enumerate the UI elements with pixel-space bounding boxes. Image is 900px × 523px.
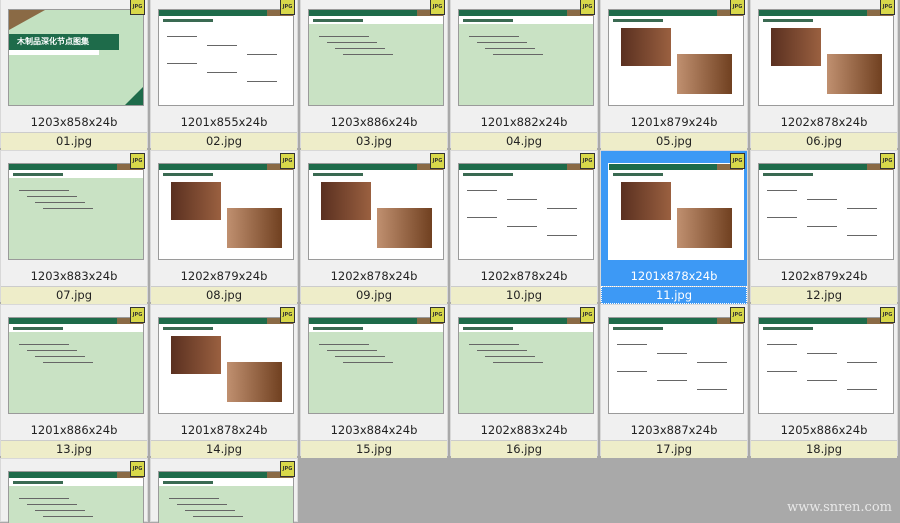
jpg-file-icon: JPG — [580, 153, 595, 169]
jpg-file-icon: JPG — [580, 307, 595, 323]
image-preview[interactable] — [758, 317, 894, 414]
image-dimensions: 1201x878x24b — [180, 423, 268, 437]
image-dimensions: 1201x882x24b — [480, 115, 568, 129]
file-name[interactable]: 06.jpg — [751, 132, 897, 150]
file-name[interactable]: 03.jpg — [301, 132, 447, 150]
jpg-file-icon: JPG — [280, 461, 295, 477]
image-dimensions: 1201x879x24b — [630, 115, 718, 129]
jpg-file-icon: JPG — [580, 0, 595, 15]
image-preview[interactable] — [608, 317, 744, 414]
image-dimensions: 1202x878x24b — [330, 269, 418, 283]
file-thumbnail-item[interactable]: JPG 1203x884x24b 15.jpg — [300, 304, 448, 458]
file-thumbnail-item[interactable]: JPG 1205x886x24b 18.jpg — [750, 304, 898, 458]
file-name[interactable]: 04.jpg — [451, 132, 597, 150]
file-name[interactable]: 13.jpg — [1, 440, 147, 458]
jpg-file-icon: JPG — [130, 153, 145, 169]
file-thumbnail-item[interactable]: JPG 1201x879x24b 05.jpg — [600, 0, 748, 150]
image-dimensions: 1203x884x24b — [330, 423, 418, 437]
file-thumbnail-item[interactable]: JPG 1201x878x24b 11.jpg — [600, 150, 748, 304]
image-dimensions: 1201x878x24b — [630, 269, 718, 283]
file-name[interactable]: 12.jpg — [751, 286, 897, 304]
file-thumbnail-item[interactable]: JPG 1201x882x24b 04.jpg — [450, 0, 598, 150]
jpg-file-icon: JPG — [730, 0, 745, 15]
image-dimensions: 1202x878x24b — [780, 115, 868, 129]
image-preview[interactable] — [608, 163, 744, 260]
image-dimensions: 1203x858x24b — [30, 115, 118, 129]
image-dimensions: 1201x886x24b — [30, 423, 118, 437]
jpg-file-icon: JPG — [880, 307, 895, 323]
image-preview[interactable] — [158, 163, 294, 260]
image-preview[interactable] — [8, 317, 144, 414]
file-thumbnail-item[interactable]: JPG 1202x878x24b 06.jpg — [750, 0, 898, 150]
image-preview[interactable] — [458, 9, 594, 106]
file-thumbnail-item[interactable]: JPG 1202x879x24b 08.jpg — [150, 150, 298, 304]
image-dimensions: 1203x886x24b — [330, 115, 418, 129]
image-preview[interactable] — [608, 9, 744, 106]
jpg-file-icon: JPG — [130, 307, 145, 323]
image-preview[interactable] — [8, 163, 144, 260]
jpg-file-icon: JPG — [730, 307, 745, 323]
file-name[interactable]: 10.jpg — [451, 286, 597, 304]
image-dimensions: 1202x879x24b — [780, 269, 868, 283]
file-name[interactable]: 11.jpg — [601, 286, 747, 304]
jpg-file-icon: JPG — [880, 153, 895, 169]
jpg-file-icon: JPG — [130, 0, 145, 15]
file-name[interactable]: 15.jpg — [301, 440, 447, 458]
file-name[interactable]: 09.jpg — [301, 286, 447, 304]
file-thumbnail-item[interactable]: JPG 1203x887x24b 17.jpg — [600, 304, 748, 458]
image-preview[interactable] — [758, 163, 894, 260]
image-preview[interactable] — [308, 163, 444, 260]
image-preview[interactable] — [458, 317, 594, 414]
title-slide-text: 木制品深化节点图集 — [9, 34, 119, 50]
image-dimensions: 1201x855x24b — [180, 115, 268, 129]
file-thumbnail-item[interactable]: JPG 1202x878x24b 09.jpg — [300, 150, 448, 304]
image-preview[interactable] — [308, 9, 444, 106]
image-preview[interactable] — [308, 317, 444, 414]
file-name[interactable]: 17.jpg — [601, 440, 747, 458]
file-thumbnail-item[interactable]: JPG 1201x855x24b 02.jpg — [150, 0, 298, 150]
file-thumbnail-item[interactable]: JPG — [0, 458, 148, 523]
jpg-file-icon: JPG — [730, 153, 745, 169]
image-preview[interactable] — [458, 163, 594, 260]
jpg-file-icon: JPG — [430, 153, 445, 169]
file-name[interactable]: 08.jpg — [151, 286, 297, 304]
jpg-file-icon: JPG — [430, 307, 445, 323]
file-thumbnail-item[interactable]: JPG 1202x878x24b 10.jpg — [450, 150, 598, 304]
image-preview[interactable]: 木制品深化节点图集 — [8, 9, 144, 106]
jpg-file-icon: JPG — [280, 153, 295, 169]
jpg-file-icon: JPG — [130, 461, 145, 477]
file-thumbnail-item[interactable]: JPG 1203x886x24b 03.jpg — [300, 0, 448, 150]
file-name[interactable]: 18.jpg — [751, 440, 897, 458]
file-thumbnail-item[interactable]: JPG 1202x879x24b 12.jpg — [750, 150, 898, 304]
file-thumbnail-item[interactable]: JPG — [150, 458, 298, 523]
file-name[interactable]: 14.jpg — [151, 440, 297, 458]
file-name[interactable]: 07.jpg — [1, 286, 147, 304]
file-thumbnail-item[interactable]: 木制品深化节点图集 JPG 1203x858x24b 01.jpg — [0, 0, 148, 150]
image-dimensions: 1202x883x24b — [480, 423, 568, 437]
image-preview[interactable] — [158, 9, 294, 106]
jpg-file-icon: JPG — [430, 0, 445, 15]
image-preview[interactable] — [8, 471, 144, 523]
file-name[interactable]: 02.jpg — [151, 132, 297, 150]
image-dimensions: 1203x883x24b — [30, 269, 118, 283]
jpg-file-icon: JPG — [280, 0, 295, 15]
jpg-file-icon: JPG — [280, 307, 295, 323]
jpg-file-icon: JPG — [880, 0, 895, 15]
file-thumbnail-item[interactable]: JPG 1201x886x24b 13.jpg — [0, 304, 148, 458]
file-name[interactable]: 16.jpg — [451, 440, 597, 458]
file-thumbnail-item[interactable]: JPG 1202x883x24b 16.jpg — [450, 304, 598, 458]
file-thumbnail-item[interactable]: JPG 1201x878x24b 14.jpg — [150, 304, 298, 458]
file-name[interactable]: 01.jpg — [1, 132, 147, 150]
image-dimensions: 1202x879x24b — [180, 269, 268, 283]
image-dimensions: 1203x887x24b — [630, 423, 718, 437]
image-dimensions: 1205x886x24b — [780, 423, 868, 437]
image-preview[interactable] — [158, 317, 294, 414]
file-name[interactable]: 05.jpg — [601, 132, 747, 150]
thumbnail-grid: 木制品深化节点图集 JPG 1203x858x24b 01.jpg JPG 12… — [0, 0, 900, 523]
file-thumbnail-item[interactable]: JPG 1203x883x24b 07.jpg — [0, 150, 148, 304]
image-preview[interactable] — [158, 471, 294, 523]
image-dimensions: 1202x878x24b — [480, 269, 568, 283]
watermark: www.snren.com — [787, 500, 892, 515]
image-preview[interactable] — [758, 9, 894, 106]
